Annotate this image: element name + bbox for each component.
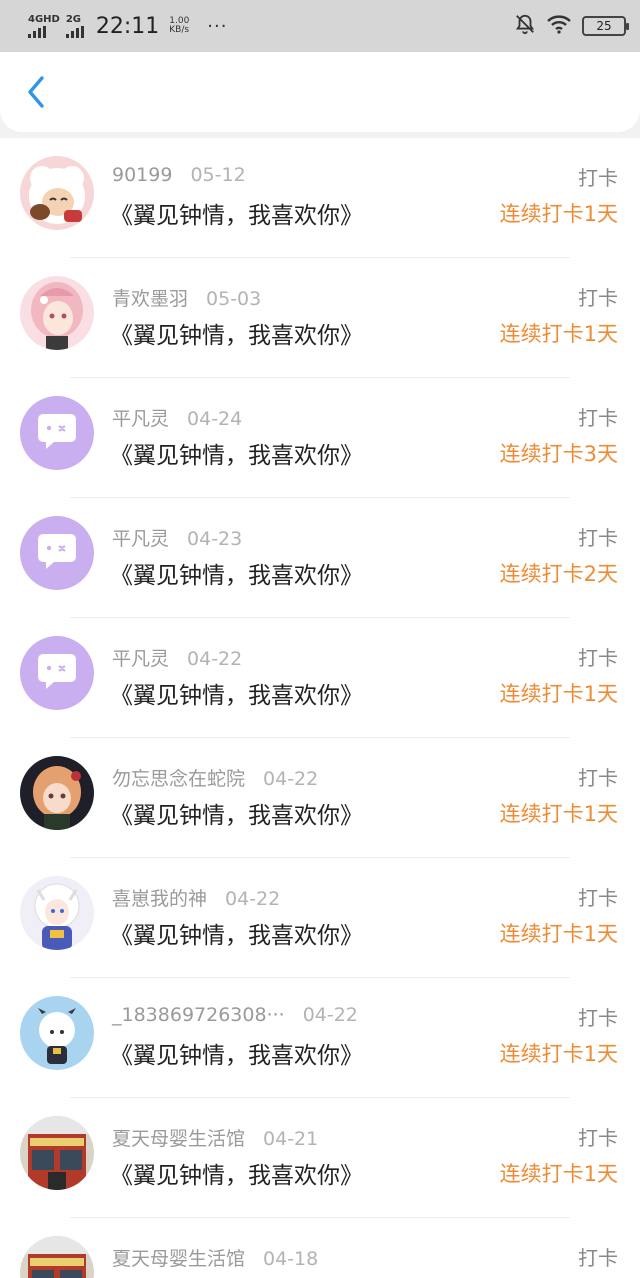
- username[interactable]: 90199: [112, 164, 172, 186]
- checkin-label: 打卡: [578, 406, 618, 430]
- checkin-date: 04-22: [187, 648, 243, 670]
- signal-4g: 4GHD: [28, 13, 60, 38]
- item-meta: 青欢墨羽 05-03: [112, 284, 261, 311]
- streak-label: 连续打卡3天: [499, 442, 618, 466]
- item-meta: 平凡灵 04-22: [112, 644, 242, 671]
- checkin-date: 04-22: [225, 888, 281, 910]
- battery-icon: 25: [582, 16, 629, 36]
- clock: 22:11: [95, 13, 160, 39]
- username[interactable]: 喜崽我的神: [112, 888, 207, 910]
- network-label-2: 2G: [65, 13, 82, 25]
- checkin-list: 90199 05-12 《翼见钟情，我喜欢你》 打卡 连续打卡1天 青欢墨羽 05-…: [0, 138, 640, 1278]
- list-item[interactable]: 平凡灵 04-24 《翼见钟情，我喜欢你》 打卡 连续打卡3天: [0, 378, 640, 498]
- username[interactable]: 夏天母婴生活馆: [112, 1248, 245, 1270]
- book-title: 《翼见钟情，我喜欢你》: [110, 683, 363, 709]
- checkin-date: 05-03: [206, 288, 262, 310]
- item-meta: 平凡灵 04-24: [112, 404, 242, 431]
- item-meta: 夏天母婴生活馆 04-18: [112, 1244, 318, 1271]
- avatar[interactable]: [20, 396, 94, 470]
- network-speed: 1.00 KB/s: [169, 16, 190, 36]
- list-item[interactable]: 勿忘思念在蛇院 04-22 《翼见钟情，我喜欢你》 打卡 连续打卡1天: [0, 738, 640, 858]
- checkin-label: 打卡: [578, 1246, 618, 1270]
- back-button[interactable]: [18, 74, 54, 110]
- book-title: 《翼见钟情，我喜欢你》: [110, 323, 363, 349]
- chevron-left-icon: [28, 76, 44, 108]
- book-title: 《翼见钟情，我喜欢你》: [110, 1043, 363, 1069]
- username[interactable]: 平凡灵: [112, 408, 169, 430]
- list-item[interactable]: 夏天母婴生活馆04-18 《翼见钟情，我喜欢你》 打卡: [0, 1218, 640, 1278]
- avatar[interactable]: [20, 876, 94, 950]
- avatar[interactable]: [20, 756, 94, 830]
- checkin-label: 打卡: [578, 1006, 618, 1030]
- checkin-label: 打卡: [578, 526, 618, 550]
- streak-label: 连续打卡1天: [499, 922, 618, 946]
- checkin-label: 打卡: [578, 886, 618, 910]
- username[interactable]: 勿忘思念在蛇院: [112, 768, 245, 790]
- book-title: 《翼见钟情，我喜欢你》: [110, 443, 363, 469]
- checkin-date: 04-23: [187, 528, 243, 550]
- streak-label: 连续打卡1天: [499, 1042, 618, 1066]
- book-title: 《翼见钟情，我喜欢你》: [110, 803, 363, 829]
- top-bar: [0, 52, 640, 132]
- signal-2g: 2G: [65, 13, 84, 38]
- streak-label: 连续打卡1天: [499, 202, 618, 226]
- streak-label: 连续打卡1天: [499, 802, 618, 826]
- avatar[interactable]: [20, 1236, 94, 1278]
- username[interactable]: 平凡灵: [112, 528, 169, 550]
- streak-label: 连续打卡1天: [499, 682, 618, 706]
- avatar[interactable]: [20, 1116, 94, 1190]
- list-item[interactable]: _183869726308··· 04-22 《翼见钟情，我喜欢你》 打卡 连续打…: [0, 978, 640, 1098]
- checkin-date: 04-24: [187, 408, 243, 430]
- streak-label: 连续打卡2天: [499, 562, 618, 586]
- more-notifications-icon: ···: [207, 15, 228, 37]
- book-title: 《翼见钟情，我喜欢你》: [110, 1163, 363, 1189]
- checkin-date: 04-22: [263, 768, 319, 790]
- checkin-label: 打卡: [578, 1126, 618, 1150]
- item-meta: 勿忘思念在蛇院 04-22: [112, 764, 318, 791]
- book-title: 《翼见钟情，我喜欢你》: [110, 923, 363, 949]
- book-title: 《翼见钟情，我喜欢你》: [110, 203, 363, 229]
- item-meta: 夏天母婴生活馆 04-21: [112, 1124, 318, 1151]
- bell-muted-icon: [514, 13, 536, 39]
- list-item[interactable]: 90199 05-12 《翼见钟情，我喜欢你》 打卡 连续打卡1天: [0, 138, 640, 258]
- streak-label: 连续打卡1天: [499, 1162, 618, 1186]
- status-bar: 4GHD 2G 22:11 1.00 KB/s ··· 25: [0, 0, 640, 52]
- list-item[interactable]: 平凡灵 04-23 《翼见钟情，我喜欢你》 打卡 连续打卡2天: [0, 498, 640, 618]
- username[interactable]: 青欢墨羽: [112, 288, 188, 310]
- checkin-date: 04-18: [263, 1248, 319, 1270]
- speed-unit: KB/s: [169, 25, 190, 35]
- item-meta: _183869726308··· 04-22: [112, 1004, 358, 1026]
- streak-label: 连续打卡1天: [499, 322, 618, 346]
- list-item[interactable]: 平凡灵 04-22 《翼见钟情，我喜欢你》 打卡 连续打卡1天: [0, 618, 640, 738]
- checkin-label: 打卡: [578, 646, 618, 670]
- username[interactable]: 平凡灵: [112, 648, 169, 670]
- avatar[interactable]: [20, 516, 94, 590]
- item-meta: 90199 05-12: [112, 164, 246, 186]
- book-title: 《翼见钟情，我喜欢你》: [110, 563, 363, 589]
- avatar[interactable]: [20, 636, 94, 710]
- item-meta: 平凡灵 04-23: [112, 524, 242, 551]
- checkin-label: 打卡: [578, 766, 618, 790]
- battery-level: 25: [596, 19, 612, 33]
- list-item[interactable]: 青欢墨羽 05-03 《翼见钟情，我喜欢你》 打卡 连续打卡1天: [0, 258, 640, 378]
- checkin-date: 05-12: [190, 164, 246, 186]
- avatar[interactable]: [20, 156, 94, 230]
- checkin-label: 打卡: [578, 286, 618, 310]
- signal-bars-icon: [65, 25, 84, 38]
- wifi-icon: [546, 14, 572, 38]
- signal-bars-icon: [28, 25, 46, 38]
- username[interactable]: _183869726308···: [112, 1004, 285, 1026]
- checkin-label: 打卡: [578, 166, 618, 190]
- list-item[interactable]: 喜崽我的神 04-22 《翼见钟情，我喜欢你》 打卡 连续打卡1天: [0, 858, 640, 978]
- username[interactable]: 夏天母婴生活馆: [112, 1128, 245, 1150]
- network-label-1: 4GHD: [28, 13, 60, 25]
- list-item[interactable]: 夏天母婴生活馆 04-21 《翼见钟情，我喜欢你》 打卡 连续打卡1天: [0, 1098, 640, 1218]
- avatar[interactable]: [20, 276, 94, 350]
- item-meta: 喜崽我的神 04-22: [112, 884, 280, 911]
- checkin-date: 04-22: [302, 1004, 358, 1026]
- avatar[interactable]: [20, 996, 94, 1070]
- checkin-date: 04-21: [263, 1128, 319, 1150]
